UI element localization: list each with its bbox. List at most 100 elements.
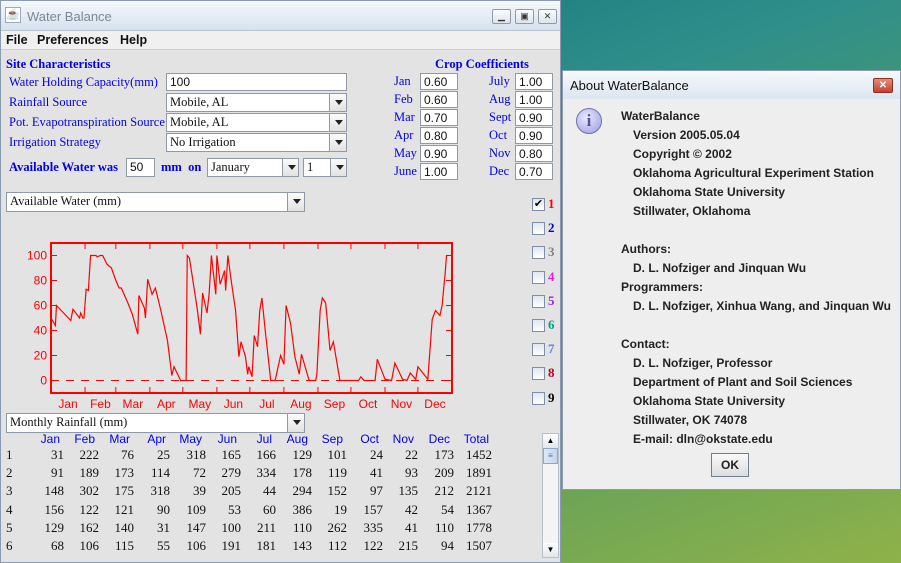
available-water-input[interactable]: 50 bbox=[126, 158, 155, 177]
table-cell: 68 bbox=[51, 538, 64, 553]
crop-month-label-sept: Sept bbox=[489, 110, 512, 124]
table-cell: 44 bbox=[263, 483, 276, 499]
available-water-chart: Jan Feb Mar Apr May Jun Jul Aug Sep Oct Nov Dec 0 20 4… bbox=[27, 242, 453, 411]
series-checkbox-7[interactable] bbox=[532, 343, 545, 357]
crop-coefficient-input-sept[interactable]: 0.90 bbox=[515, 109, 553, 126]
table-header-jul: Jul bbox=[256, 432, 272, 446]
series-checkbox-3[interactable] bbox=[532, 246, 545, 260]
irrigation-strategy-dropdown-arrow-icon[interactable] bbox=[329, 133, 347, 152]
about-dialog: About WaterBalance ✕ i WaterBalance Versi… bbox=[562, 70, 901, 490]
series-checkbox-1[interactable]: ✔ bbox=[532, 198, 545, 211]
start-month-dropdown-arrow-icon[interactable] bbox=[282, 158, 299, 177]
table-cell: 173 bbox=[434, 447, 455, 462]
table-cell: 60 bbox=[263, 501, 276, 517]
table-cell: 129 bbox=[44, 519, 65, 535]
crop-coefficient-input-nov[interactable]: 0.80 bbox=[515, 145, 553, 162]
table-header-total: Total bbox=[463, 432, 489, 446]
table-variable-dropdown-arrow-icon[interactable] bbox=[287, 413, 305, 433]
crop-coefficient-input-feb[interactable]: 0.60 bbox=[420, 91, 458, 108]
about-line: D. L. Nofziger, Xinhua Wang, and Jinquan… bbox=[633, 299, 891, 313]
menu-preferences[interactable]: Preferences bbox=[37, 33, 109, 47]
x-tick-label: May bbox=[189, 397, 212, 411]
table-cell: 175 bbox=[114, 483, 135, 499]
java-app-icon: ☕ bbox=[5, 7, 21, 23]
table-cell: 2121 bbox=[466, 483, 492, 499]
irrigation-strategy-label: Irrigation Strategy bbox=[9, 135, 101, 149]
scroll-down-arrow-icon[interactable]: ▼ bbox=[543, 543, 558, 557]
maximize-button[interactable]: ▣ bbox=[515, 9, 534, 24]
ok-button[interactable]: OK bbox=[711, 453, 749, 477]
table-cell: 97 bbox=[370, 483, 383, 499]
x-tick-label: Jun bbox=[224, 397, 243, 411]
crop-coefficient-input-apr[interactable]: 0.80 bbox=[420, 127, 458, 144]
table-cell: 1507 bbox=[466, 538, 492, 553]
table-header-nov: Nov bbox=[392, 432, 414, 446]
y-tick-label: 0 bbox=[40, 374, 47, 388]
series-checkbox-4[interactable] bbox=[532, 270, 545, 284]
series-checkbox-2[interactable] bbox=[532, 222, 545, 236]
table-cell: 140 bbox=[114, 519, 135, 535]
series-checkbox-label-2: 2 bbox=[548, 220, 555, 236]
crop-coefficient-input-july[interactable]: 1.00 bbox=[515, 73, 553, 90]
start-day-dropdown-arrow-icon[interactable] bbox=[330, 158, 347, 177]
table-header-mar: Mar bbox=[109, 432, 130, 446]
crop-coefficient-input-dec[interactable]: 0.70 bbox=[515, 163, 553, 180]
table-cell: 25 bbox=[157, 447, 170, 462]
table-cell: 148 bbox=[44, 483, 65, 499]
table-cell: 165 bbox=[221, 447, 242, 462]
plot-frame bbox=[50, 242, 453, 394]
x-tick-label: Mar bbox=[123, 397, 144, 411]
available-water-series-line bbox=[50, 253, 448, 382]
series-checkbox-label-1: 1 bbox=[548, 196, 555, 211]
pet-source-select[interactable]: Mobile, AL bbox=[166, 113, 330, 132]
crop-coefficient-input-may[interactable]: 0.90 bbox=[420, 145, 458, 162]
crop-coefficient-input-june[interactable]: 1.00 bbox=[420, 163, 458, 180]
plot-variable-select[interactable]: Available Water (mm) bbox=[6, 192, 288, 212]
crop-coefficient-input-aug[interactable]: 1.00 bbox=[515, 91, 553, 108]
rainfall-source-dropdown-arrow-icon[interactable] bbox=[329, 93, 347, 112]
plot-variable-dropdown-arrow-icon[interactable] bbox=[287, 192, 305, 212]
series-checkbox-5[interactable] bbox=[532, 294, 545, 308]
table-cell: 76 bbox=[121, 447, 134, 462]
table-cell: 156 bbox=[44, 501, 65, 517]
rainfall-source-select[interactable]: Mobile, AL bbox=[166, 93, 330, 112]
table-cell: 54 bbox=[441, 501, 454, 517]
minimize-button[interactable]: ▁ bbox=[492, 9, 511, 24]
pet-source-dropdown-arrow-icon[interactable] bbox=[329, 113, 347, 132]
table-cell: 135 bbox=[398, 483, 419, 499]
about-line: Authors: bbox=[621, 242, 671, 256]
menu-file[interactable]: File bbox=[6, 33, 28, 47]
about-dialog-title: About WaterBalance bbox=[570, 78, 689, 93]
table-variable-select[interactable]: Monthly Rainfall (mm) bbox=[6, 413, 288, 433]
series-checkbox-8[interactable] bbox=[532, 367, 545, 381]
menu-bar: File Preferences Help bbox=[1, 31, 560, 50]
crop-coefficient-input-oct[interactable]: 0.90 bbox=[515, 127, 553, 144]
table-cell: 262 bbox=[327, 519, 348, 535]
start-day-select[interactable]: 1 bbox=[303, 158, 331, 177]
table-cell: 100 bbox=[221, 519, 242, 535]
close-button[interactable]: ✕ bbox=[538, 9, 557, 24]
table-header-jun: Jun bbox=[217, 432, 237, 446]
scroll-thumb[interactable]: ≡ bbox=[543, 448, 558, 464]
series-checkbox-6[interactable] bbox=[532, 319, 545, 332]
scroll-up-arrow-icon[interactable]: ▲ bbox=[543, 434, 558, 448]
table-cell: 209 bbox=[434, 465, 455, 481]
table-scrollbar[interactable]: ▲ ≡ ▼ bbox=[542, 433, 559, 558]
crop-coefficient-input-jan[interactable]: 0.60 bbox=[420, 73, 458, 90]
menu-help[interactable]: Help bbox=[120, 33, 147, 47]
about-line: D. L. Nofziger, Professor bbox=[633, 356, 773, 370]
about-line: Version 2005.05.04 bbox=[633, 128, 740, 142]
x-tick-label: Dec bbox=[424, 397, 445, 411]
crop-month-label-feb: Feb bbox=[394, 92, 413, 106]
crop-coefficient-input-mar[interactable]: 0.70 bbox=[420, 109, 458, 126]
table-cell: 143 bbox=[292, 538, 313, 553]
whc-input[interactable]: 100 bbox=[166, 73, 347, 91]
table-cell: 39 bbox=[193, 483, 206, 499]
about-close-button[interactable]: ✕ bbox=[873, 78, 893, 93]
table-header-aug: Aug bbox=[286, 432, 308, 446]
start-month-select[interactable]: January bbox=[207, 158, 283, 177]
irrigation-strategy-select[interactable]: No Irrigation bbox=[166, 133, 330, 152]
table-header-oct: Oct bbox=[360, 432, 379, 446]
series-checkbox-9[interactable] bbox=[532, 391, 545, 405]
x-tick-label: Jan bbox=[58, 397, 77, 411]
